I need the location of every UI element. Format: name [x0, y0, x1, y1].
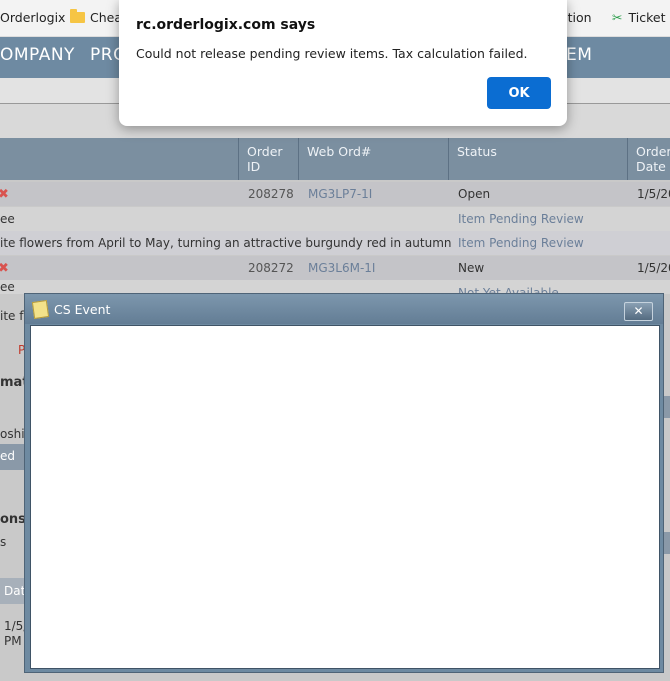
cs-event-content[interactable] — [30, 325, 660, 669]
ok-button[interactable]: OK — [487, 77, 551, 109]
web-ord[interactable]: MG3L6M-1I — [308, 261, 375, 275]
col-web-ord[interactable]: Web Ord# — [298, 138, 448, 180]
item-desc: ite fl — [0, 309, 27, 323]
table-row[interactable]: ✖ 208278 MG3LP7-1I Open 1/5/20 — [0, 182, 670, 206]
remove-icon[interactable]: ✖ — [0, 261, 9, 276]
web-ord[interactable]: MG3LP7-1I — [308, 187, 372, 201]
cs-event-window: CS Event ✕ — [24, 293, 664, 673]
item-status: Item Pending Review — [458, 212, 584, 226]
remove-icon[interactable]: ✖ — [0, 187, 9, 202]
status: New — [458, 261, 485, 275]
note-icon — [31, 300, 50, 319]
section-heading-ons: ons — [0, 512, 26, 527]
item-desc: ee — [0, 212, 15, 226]
order-id: 208272 — [248, 261, 294, 275]
cs-event-titlebar[interactable]: CS Event ✕ — [25, 294, 663, 324]
col-order-date[interactable]: Order Date — [627, 138, 670, 180]
order-date: 1/5/20 — [637, 261, 670, 275]
bookmark-orderlogix[interactable]: Orderlogix — [0, 10, 65, 25]
orders-table-header: Order ID Web Ord# Status Order Date — [0, 138, 670, 180]
table-row: ee Not Yet Available — [0, 280, 670, 294]
bookmark-ticket[interactable]: ✂ Ticket — [612, 10, 665, 25]
fragment-ed: ed — [0, 449, 15, 463]
ticket-icon: ✂ — [612, 10, 623, 25]
fragment-s: s — [0, 535, 7, 549]
alert-title: rc.orderlogix.com says — [136, 17, 316, 33]
alert-message: Could not release pending review items. … — [136, 46, 528, 61]
col-status[interactable]: Status — [448, 138, 628, 180]
item-status: Item Pending Review — [458, 236, 584, 250]
close-button[interactable]: ✕ — [624, 302, 653, 321]
fragment-pm: PM — [4, 634, 22, 648]
status: Open — [458, 187, 491, 201]
item-desc: ee — [0, 280, 15, 294]
nav-company[interactable]: OMPANY — [0, 45, 75, 65]
right-edge-button[interactable] — [663, 396, 670, 418]
order-date: 1/5/20 — [637, 187, 670, 201]
table-row[interactable]: ✖ 208272 MG3L6M-1I New 1/5/20 — [0, 256, 670, 280]
bookmark-folder-chea[interactable]: Chea — [70, 9, 122, 25]
table-row: ee Item Pending Review — [0, 207, 670, 231]
order-id: 208278 — [248, 187, 294, 201]
table-row: ite flowers from April to May, turning a… — [0, 231, 670, 255]
col-order-id[interactable]: Order ID — [238, 138, 299, 180]
browser-alert-dialog: rc.orderlogix.com says Could not release… — [119, 0, 567, 126]
item-desc: ite flowers from April to May, turning a… — [0, 236, 452, 250]
fragment-date-header: Dat — [4, 584, 26, 598]
folder-icon — [70, 9, 85, 23]
right-edge-button[interactable] — [663, 532, 670, 554]
nav-item[interactable]: EM — [566, 45, 592, 65]
cs-event-title: CS Event — [54, 302, 111, 317]
close-icon: ✕ — [633, 304, 644, 318]
